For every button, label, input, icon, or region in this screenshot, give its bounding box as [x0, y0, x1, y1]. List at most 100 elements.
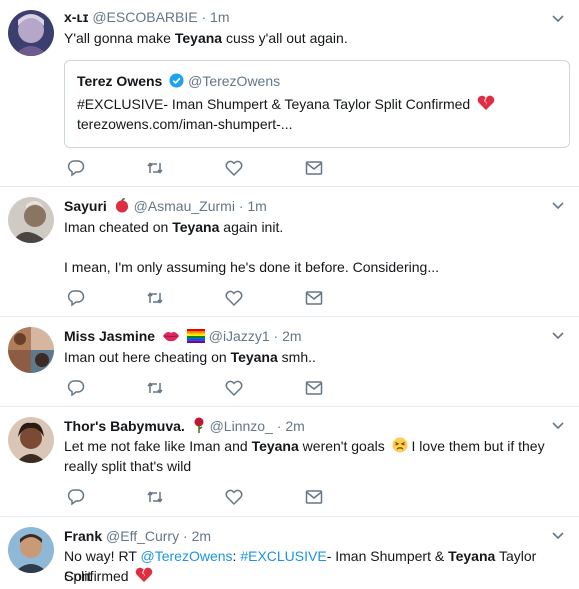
avatar[interactable]: [8, 527, 54, 573]
tweet-actions: [64, 379, 364, 399]
chevron-down-icon[interactable]: [551, 12, 565, 26]
reply-icon[interactable]: [67, 159, 85, 177]
separator: ·: [273, 328, 279, 344]
text-segment: Iman cheated on: [64, 219, 173, 235]
text-highlight: Teyana: [174, 30, 223, 46]
tweet-5[interactable]: Frank @Eff_Curry · 2m No way! RT @TerezO…: [0, 517, 579, 589]
retweet-icon[interactable]: [146, 379, 164, 397]
username[interactable]: @iJazzy1: [209, 328, 270, 344]
timestamp[interactable]: 2m: [192, 528, 211, 544]
text-highlight: Teyana: [251, 438, 299, 454]
tweet-2[interactable]: Sayuri @Asmau_Zurmi · 1m Iman cheated on…: [0, 187, 579, 317]
text-segment: cuss y'all out again.: [222, 30, 348, 46]
text-segment: Y'all gonna make: [64, 30, 175, 46]
username[interactable]: @Eff_Curry: [106, 528, 179, 544]
tweet-4[interactable]: Thor's Babymuva. @Linnzo_ · 2m Let me no…: [0, 407, 579, 517]
heart-icon[interactable]: [225, 488, 243, 506]
chevron-down-icon[interactable]: [551, 529, 565, 543]
heart-icon[interactable]: [225, 289, 243, 307]
text-highlight: Teyana: [172, 219, 220, 235]
text-segment: No way! RT: [64, 548, 141, 564]
tweet-header: Frank @Eff_Curry · 2m: [64, 527, 211, 545]
tweet-header: x-ʟɪ @ESCOBARBIE · 1m: [64, 8, 230, 26]
quoted-text: #EXCLUSIVE- Iman Shumpert & Teyana Taylo…: [77, 94, 559, 134]
display-name[interactable]: x-ʟɪ: [64, 9, 88, 25]
tweet-text-line2: I mean, I'm only assuming he's done it b…: [64, 257, 565, 277]
retweet-icon[interactable]: [146, 289, 164, 307]
separator: ·: [238, 198, 244, 214]
hashtag-link[interactable]: #EXCLUSIVE: [240, 548, 326, 564]
heart-icon[interactable]: [225, 159, 243, 177]
broken-heart-emoji-icon: [477, 95, 495, 110]
rainbow-flag-emoji-icon: [186, 329, 205, 343]
mention-link[interactable]: @TerezOwens: [141, 548, 233, 564]
envelope-icon[interactable]: [305, 159, 323, 177]
persevering-face-emoji-icon: [392, 437, 408, 453]
display-name[interactable]: Miss Jasmine: [64, 328, 155, 344]
timestamp[interactable]: 1m: [210, 9, 229, 25]
retweet-icon[interactable]: [146, 159, 164, 177]
text-segment: Let me not fake like Iman and: [64, 438, 252, 454]
separator: ·: [183, 528, 188, 544]
tweet-text: Iman cheated on Teyana again init.: [64, 217, 565, 237]
display-name[interactable]: Sayuri: [64, 198, 107, 214]
text-segment: really split that's wild: [64, 458, 192, 474]
chevron-down-icon[interactable]: [551, 419, 565, 433]
rose-emoji-icon: [194, 417, 204, 433]
kiss-lips-emoji-icon: [162, 332, 179, 342]
red-apple-emoji-icon: [115, 198, 128, 213]
text-segment: Confirmed: [64, 568, 129, 584]
display-name[interactable]: Thor's Babymuva.: [64, 418, 185, 434]
quoted-header: Terez Owens @TerezOwens: [77, 72, 280, 90]
reply-icon[interactable]: [67, 488, 85, 506]
reply-icon[interactable]: [67, 379, 85, 397]
avatar[interactable]: [8, 327, 54, 373]
display-name[interactable]: Frank: [64, 528, 102, 544]
tweet-text-line2: Confirmed: [64, 566, 565, 586]
text-segment: again init.: [219, 219, 284, 235]
avatar[interactable]: [8, 417, 54, 463]
tweet-header: Sayuri @Asmau_Zurmi · 1m: [64, 197, 267, 215]
quoted-display-name[interactable]: Terez Owens: [77, 73, 162, 89]
chevron-down-icon[interactable]: [551, 199, 565, 213]
tweet-actions: [64, 289, 364, 309]
tweet-header: Miss Jasmine @iJazzy1 · 2m: [64, 327, 302, 345]
text-segment: smh..: [277, 349, 316, 365]
broken-heart-emoji-icon: [136, 567, 153, 582]
quoted-username[interactable]: @TerezOwens: [188, 73, 280, 89]
quoted-tweet[interactable]: Terez Owens @TerezOwens #EXCLUSIVE- Iman…: [64, 60, 570, 148]
separator: ·: [276, 418, 282, 434]
quoted-text-body: #EXCLUSIVE- Iman Shumpert & Teyana Taylo…: [77, 96, 471, 112]
username[interactable]: @Linnzo_: [210, 418, 273, 434]
tweet-1[interactable]: x-ʟɪ @ESCOBARBIE · 1m Y'all gonna make T…: [0, 0, 579, 187]
heart-icon[interactable]: [225, 379, 243, 397]
tweet-timeline: x-ʟɪ @ESCOBARBIE · 1m Y'all gonna make T…: [0, 0, 579, 589]
tweet-actions: [64, 488, 364, 508]
tweet-header: Thor's Babymuva. @Linnzo_ · 2m: [64, 417, 305, 435]
username[interactable]: @ESCOBARBIE: [92, 9, 197, 25]
envelope-icon[interactable]: [305, 379, 323, 397]
text-segment: I mean, I'm only assuming he's done it b…: [64, 259, 439, 275]
envelope-icon[interactable]: [305, 488, 323, 506]
tweet-text: Iman out here cheating on Teyana smh..: [64, 347, 565, 367]
retweet-icon[interactable]: [146, 488, 164, 506]
tweet-3[interactable]: Miss Jasmine @iJazzy1 · 2m Iman out here…: [0, 317, 579, 407]
tweet-text: Y'all gonna make Teyana cuss y'all out a…: [64, 28, 565, 48]
text-highlight: Teyana: [230, 349, 278, 365]
quoted-url[interactable]: terezowens.com/iman-shumpert-...: [77, 116, 293, 132]
tweet-text-line2: really split that's wild: [64, 456, 565, 476]
tweet-text: Let me not fake like Iman and Teyana wer…: [64, 436, 565, 456]
avatar[interactable]: [8, 197, 54, 243]
text-segment: Iman out here cheating on: [64, 349, 231, 365]
envelope-icon[interactable]: [305, 289, 323, 307]
text-segment: weren't goals: [298, 438, 385, 454]
timestamp[interactable]: 2m: [285, 418, 304, 434]
reply-icon[interactable]: [67, 289, 85, 307]
chevron-down-icon[interactable]: [551, 329, 565, 343]
timestamp[interactable]: 2m: [282, 328, 301, 344]
username[interactable]: @Asmau_Zurmi: [134, 198, 235, 214]
text-segment: - Iman Shumpert &: [326, 548, 449, 564]
timestamp[interactable]: 1m: [247, 198, 266, 214]
avatar[interactable]: [8, 10, 54, 56]
tweet-actions: [64, 159, 364, 179]
